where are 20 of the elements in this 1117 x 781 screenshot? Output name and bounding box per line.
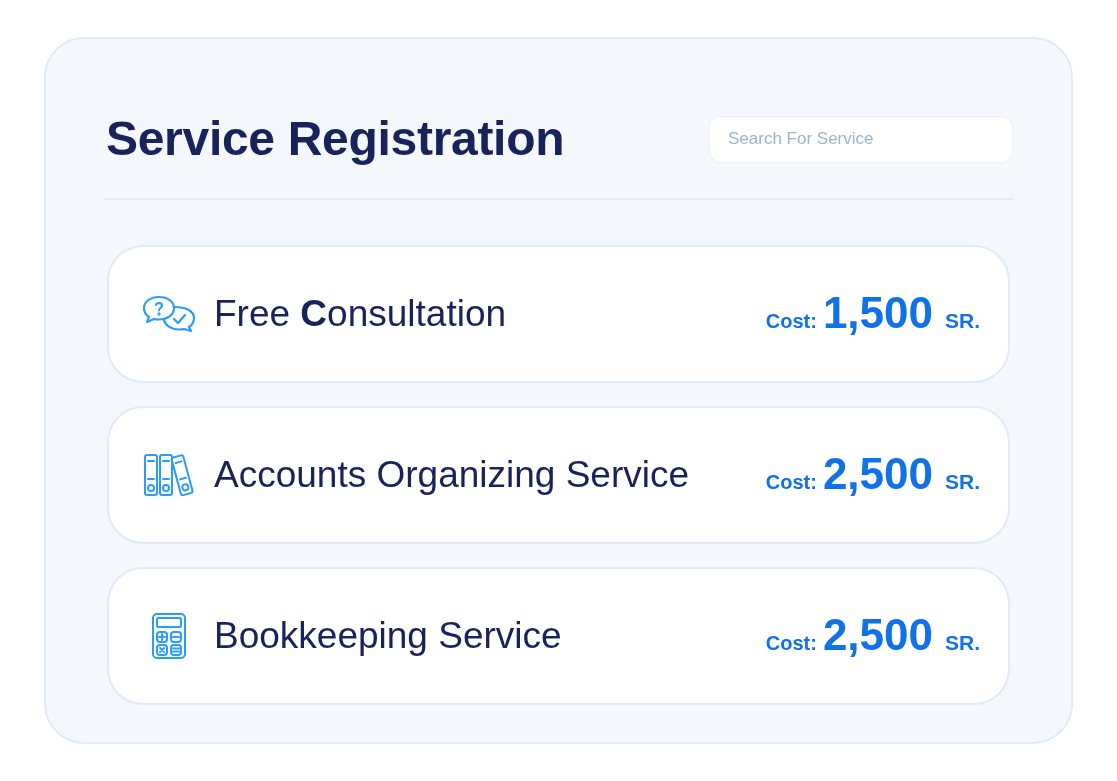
currency-label: SR. xyxy=(945,308,980,335)
service-name: Free Consultation xyxy=(214,292,507,337)
currency-label: SR. xyxy=(945,630,980,657)
calculator-icon xyxy=(151,612,187,660)
cost-amount: 2,500 xyxy=(822,613,933,658)
search-field[interactable]: Search For Service xyxy=(709,115,1013,163)
service-name: Bookkeeping Service xyxy=(214,614,562,659)
cost-amount: 1,500 xyxy=(822,291,933,336)
cost-amount: 2,500 xyxy=(822,452,933,497)
chat-bubbles-icon xyxy=(142,295,196,333)
cost-label: Cost: xyxy=(765,309,817,335)
cost-label: Cost: xyxy=(765,631,817,657)
service-card[interactable]: Accounts Organizing Service Cost:2,500 SR. xyxy=(107,406,1010,544)
service-name: Accounts Organizing Service xyxy=(214,453,690,498)
service-card[interactable]: Free Consultation Cost:1,500 SR. xyxy=(107,245,1010,383)
cost-label: Cost: xyxy=(765,470,817,496)
binders-icon xyxy=(143,453,195,497)
page-title: Service Registration xyxy=(106,115,565,163)
currency-label: SR. xyxy=(945,469,980,496)
service-card[interactable]: Bookkeeping Service Cost:2,500 SR. xyxy=(107,567,1010,705)
